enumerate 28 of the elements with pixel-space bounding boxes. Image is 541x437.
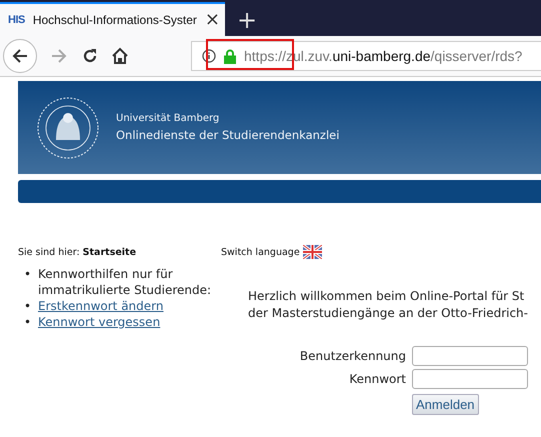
sidebar-heading: Kennworthilfen nur für immatrikulierte Studierende: <box>38 266 212 298</box>
favicon-icon: HIS <box>8 14 25 26</box>
info-icon[interactable] <box>202 49 216 63</box>
browser-tab[interactable]: HIS Hochschul-Informations-Syster × <box>0 2 225 36</box>
password-link[interactable]: Erstkennwort ändern <box>38 298 164 314</box>
input-field[interactable] <box>412 346 528 366</box>
login-button[interactable]: Anmelden <box>412 394 479 415</box>
bullet-mark: • <box>24 314 32 330</box>
header-subtitle: Onlinedienste der Studierendenkanzlei <box>116 128 340 142</box>
field-label: Benutzerkennung <box>298 349 406 363</box>
field-label: Kennwort <box>348 372 406 386</box>
reload-button[interactable] <box>81 47 99 65</box>
welcome-text: der Masterstudiengänge an der Otto-Friedrich- <box>248 305 528 322</box>
home-button[interactable] <box>111 47 129 65</box>
bullet-mark: • <box>24 266 32 283</box>
university-seal-icon <box>36 96 100 160</box>
breadcrumb: Sie sind hier: Startseite <box>18 246 138 258</box>
password-link[interactable]: Kennwort vergessen <box>38 314 160 330</box>
bullet-mark: • <box>24 298 32 314</box>
welcome-text: Herzlich willkommen beim Online-Portal für St <box>248 288 526 305</box>
new-tab-button[interactable]: + <box>237 8 258 32</box>
tab-title: Hochschul-Informations-Syster <box>32 13 197 27</box>
close-tab-button[interactable]: × <box>204 11 220 29</box>
uk-flag-icon[interactable] <box>302 245 322 259</box>
back-button[interactable] <box>3 39 37 73</box>
input-field[interactable] <box>412 369 528 389</box>
university-name: Universität Bamberg <box>116 113 220 124</box>
switch-language-link[interactable]: Switch language <box>221 246 300 258</box>
